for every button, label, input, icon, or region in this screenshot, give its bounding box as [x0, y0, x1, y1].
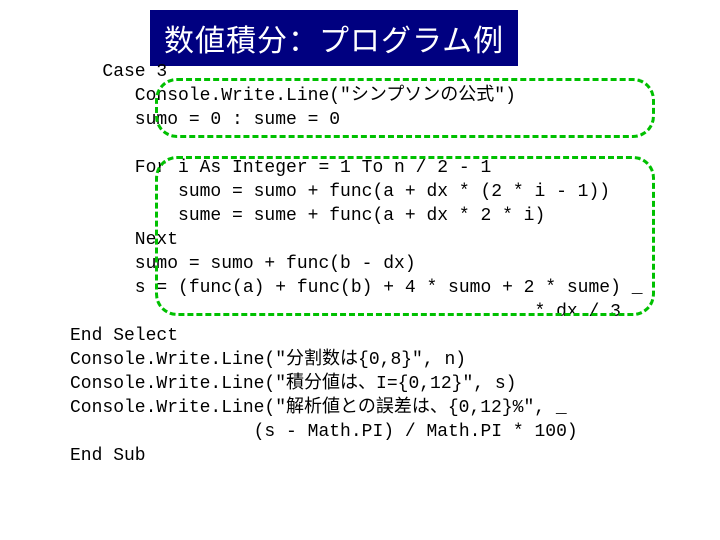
code-block: Case 3 Console.Write.Line("シンプソンの公式") su… [70, 60, 643, 468]
page-title: 数値積分：プログラム例 [150, 10, 518, 66]
